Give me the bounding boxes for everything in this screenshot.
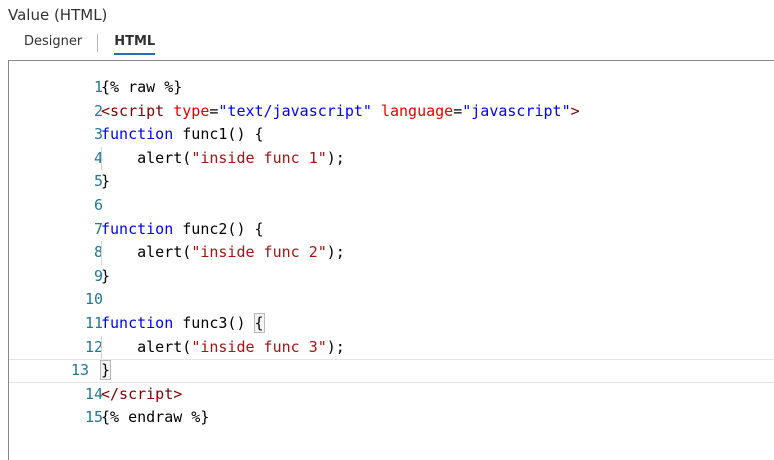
code-line[interactable]: 6 xyxy=(9,194,774,218)
line-number: 6 xyxy=(93,195,103,214)
line-number: 12 xyxy=(84,337,103,356)
line-number: 1 xyxy=(93,78,103,96)
code-token: > xyxy=(570,101,580,120)
code-token: {% endraw %} xyxy=(101,408,210,427)
line-text: alert("inside func 1"); xyxy=(101,147,345,171)
code-token: > xyxy=(173,384,183,403)
code-line[interactable]: 13} xyxy=(9,359,774,383)
code-line[interactable]: 15 {% endraw %} xyxy=(9,406,774,430)
code-token: "inside func 2" xyxy=(191,243,327,262)
code-line[interactable]: 3 function func1() { xyxy=(9,123,774,147)
line-text: {% raw %} xyxy=(101,76,182,100)
code-line[interactable]: 10 xyxy=(9,288,774,312)
code-token: func1() { xyxy=(173,125,264,144)
code-token: {% raw %} xyxy=(101,78,183,96)
code-token: "text/javascript" xyxy=(218,101,372,120)
code-line[interactable]: 12 alert("inside func 3"); xyxy=(9,335,774,360)
code-line[interactable]: 4 alert("inside func 1"); xyxy=(9,146,774,171)
code-token: type xyxy=(173,101,210,120)
line-text: } xyxy=(101,170,110,194)
code-token: "inside func 1" xyxy=(191,148,327,167)
field-label: Value (HTML) xyxy=(8,6,108,24)
code-token: alert( xyxy=(101,337,192,356)
code-line[interactable]: 7 function func2() { xyxy=(9,218,774,242)
line-text: function func1() { xyxy=(101,123,264,147)
line-text: } xyxy=(101,265,110,289)
code-token: ); xyxy=(326,337,345,356)
line-number: 3 xyxy=(93,125,103,144)
code-token: } xyxy=(101,266,111,285)
code-token: "inside func 3" xyxy=(191,337,327,356)
code-line[interactable]: 14 </script> xyxy=(9,383,774,407)
code-token: </script xyxy=(101,384,174,403)
code-token: ); xyxy=(326,243,345,262)
code-token: function xyxy=(101,125,174,144)
matched-bracket: } xyxy=(99,360,112,381)
line-number: 15 xyxy=(84,408,103,427)
line-text: function func2() { xyxy=(101,218,264,242)
tab-html[interactable]: HTML xyxy=(114,32,155,55)
line-number: 9 xyxy=(93,266,103,285)
code-line[interactable]: 5} xyxy=(9,170,774,194)
line-number: 10 xyxy=(84,290,103,309)
editor-mode-tabs: Designer HTML xyxy=(24,32,155,56)
line-text: </script> xyxy=(101,383,182,407)
code-line[interactable]: 2 <script type = "text/javascript" language… xyxy=(9,100,774,124)
line-text: } xyxy=(99,359,112,383)
tab-separator xyxy=(97,34,99,52)
line-text: function func3() { xyxy=(101,312,265,336)
code-token: func3() xyxy=(173,313,255,332)
line-text: {% endraw %} xyxy=(101,406,209,430)
code-token: "javascript" xyxy=(462,101,571,120)
line-number: 11 xyxy=(84,313,103,332)
code-token: func2() { xyxy=(173,219,264,238)
code-line[interactable]: 1 {% raw %} xyxy=(9,76,774,100)
code-line[interactable]: 9} xyxy=(9,265,774,289)
code-token: alert( xyxy=(101,243,192,262)
line-number: 4 xyxy=(93,148,103,167)
matched-bracket: { xyxy=(253,312,265,333)
line-text: alert("inside func 3"); xyxy=(101,336,345,360)
code-token: = xyxy=(453,101,463,120)
code-line[interactable]: 8 alert("inside func 2"); xyxy=(9,241,774,265)
line-number: 13 xyxy=(70,361,89,380)
code-token: ); xyxy=(326,148,345,167)
code-token: function xyxy=(101,219,174,238)
line-number: 5 xyxy=(93,172,103,191)
code-lines[interactable]: 1 {% raw %} 2 <script type="text/javascript… xyxy=(9,76,774,430)
line-number: 8 xyxy=(93,243,103,262)
code-token: <script xyxy=(101,101,165,120)
line-text: <script type="text/javascript" language=… xyxy=(101,100,580,124)
code-line[interactable]: 11 function func3() { xyxy=(9,312,774,336)
line-text: alert("inside func 2"); xyxy=(101,241,345,265)
code-editor[interactable]: 1 {% raw %} 2 <script type="text/javascript… xyxy=(8,60,774,460)
line-number: 2 xyxy=(93,101,103,120)
line-number: 14 xyxy=(84,384,103,403)
line-number: 7 xyxy=(93,219,103,238)
code-token: alert( xyxy=(101,148,192,167)
code-token: function xyxy=(101,313,174,332)
tab-designer[interactable]: Designer xyxy=(24,32,82,52)
code-token: language xyxy=(380,101,454,120)
code-token: } xyxy=(101,172,111,191)
